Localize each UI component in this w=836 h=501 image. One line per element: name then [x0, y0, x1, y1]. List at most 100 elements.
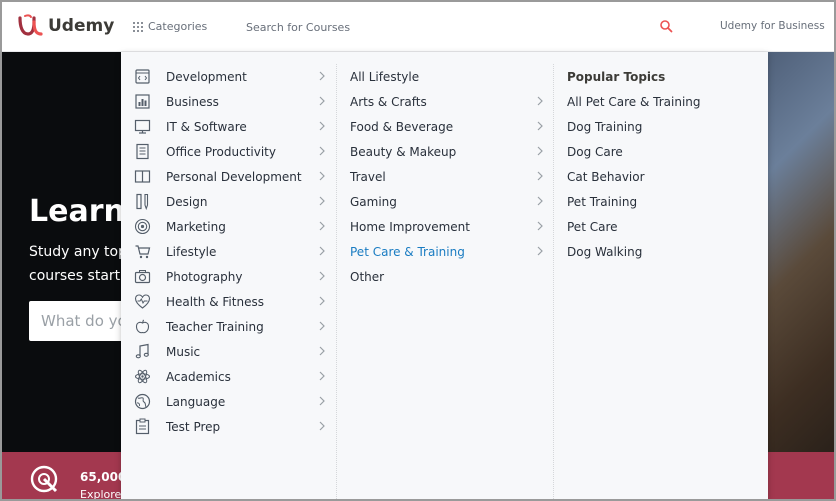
category-item-it-and-software[interactable]: IT & Software — [121, 114, 335, 139]
chevron-right-icon — [537, 221, 543, 231]
category-item-academics[interactable]: Academics — [121, 364, 335, 389]
chevron-right-icon — [537, 121, 543, 131]
category-list: Development Business IT & Software Office P… — [121, 64, 335, 439]
apple-icon — [135, 319, 150, 334]
subcategory-item-other[interactable]: Other — [337, 264, 553, 289]
category-label: Office Productivity — [166, 144, 276, 159]
category-item-design[interactable]: Design — [121, 189, 335, 214]
topic-link-pet-care[interactable]: Pet Care — [554, 214, 768, 239]
category-item-business[interactable]: Business — [121, 89, 335, 114]
subcategory-label: Travel — [350, 169, 386, 184]
chevron-right-icon — [319, 171, 325, 181]
chevron-right-icon — [319, 271, 325, 281]
cursor-target-icon — [30, 465, 58, 493]
chevron-right-icon — [319, 246, 325, 256]
category-label: IT & Software — [166, 119, 247, 134]
chevron-right-icon — [537, 171, 543, 181]
subcategory-item-food-and-beverage[interactable]: Food & Beverage — [337, 114, 553, 139]
udemy-logo[interactable]: Udemy — [16, 12, 114, 40]
chevron-right-icon — [537, 96, 543, 106]
chevron-right-icon — [537, 146, 543, 156]
category-label: Academics — [166, 369, 231, 384]
udemy-for-business-link[interactable]: Udemy for Business — [720, 20, 825, 32]
subcategory-item-beauty-and-makeup[interactable]: Beauty & Makeup — [337, 139, 553, 164]
subcategory-item-arts-and-crafts[interactable]: Arts & Crafts — [337, 89, 553, 114]
topic-link-dog-care[interactable]: Dog Care — [554, 139, 768, 164]
category-label: Personal Development — [166, 169, 302, 184]
top-header: Udemy Categories Udemy for Business — [2, 2, 834, 52]
subcategory-item-pet-care-and-training[interactable]: Pet Care & Training — [337, 239, 553, 264]
category-item-health-and-fitness[interactable]: Health & Fitness — [121, 289, 335, 314]
search-input[interactable] — [246, 15, 676, 39]
document-icon — [136, 143, 149, 160]
category-item-photography[interactable]: Photography — [121, 264, 335, 289]
subcategory-label: Pet Care & Training — [350, 244, 465, 259]
lifestyle-cart-icon — [135, 245, 151, 259]
category-item-language[interactable]: Language — [121, 389, 335, 414]
topic-label: Pet Care — [567, 219, 618, 234]
chevron-right-icon — [319, 296, 325, 306]
topic-label: Dog Training — [567, 119, 643, 134]
hero-subtitle: Study any top courses startin — [29, 240, 124, 288]
search-icon[interactable] — [659, 19, 673, 33]
topic-link-pet-training[interactable]: Pet Training — [554, 189, 768, 214]
chevron-right-icon — [319, 321, 325, 331]
grid-icon — [133, 21, 143, 32]
subcategory-label: Gaming — [350, 194, 397, 209]
subcategory-list: All Lifestyle Arts & Crafts Food & Beverag… — [336, 64, 553, 499]
atom-icon — [135, 369, 150, 384]
topic-label: Dog Care — [567, 144, 623, 159]
topic-label: Pet Training — [567, 194, 638, 209]
category-item-music[interactable]: Music — [121, 339, 335, 364]
subcategory-item-gaming[interactable]: Gaming — [337, 189, 553, 214]
hero-subtitle-line: courses startin — [29, 268, 124, 284]
chevron-right-icon — [319, 346, 325, 356]
category-item-lifestyle[interactable]: Lifestyle — [121, 239, 335, 264]
chevron-right-icon — [319, 121, 325, 131]
design-tools-icon — [136, 193, 149, 210]
category-item-development[interactable]: Development — [121, 64, 335, 89]
chevron-right-icon — [319, 71, 325, 81]
monitor-icon — [134, 119, 151, 134]
topic-label: All Pet Care & Training — [567, 94, 701, 109]
globe-icon — [134, 393, 151, 410]
popular-topics-heading: Popular Topics — [567, 69, 666, 84]
chevron-right-icon — [319, 421, 325, 431]
camera-icon — [134, 270, 151, 284]
categories-button[interactable]: Categories — [133, 20, 207, 33]
chevron-right-icon — [319, 146, 325, 156]
topic-link-cat-behavior[interactable]: Cat Behavior — [554, 164, 768, 189]
subcategory-item-home-improvement[interactable]: Home Improvement — [337, 214, 553, 239]
bar-chart-icon — [135, 94, 150, 109]
music-note-icon — [135, 343, 149, 359]
subcategory-label: Arts & Crafts — [350, 94, 427, 109]
hero-search-input[interactable] — [29, 301, 129, 341]
category-item-teacher-training[interactable]: Teacher Training — [121, 314, 335, 339]
category-item-test-prep[interactable]: Test Prep — [121, 414, 335, 439]
topic-link-all-pet-care-and-training[interactable]: All Pet Care & Training — [554, 89, 768, 114]
subcategory-item-travel[interactable]: Travel — [337, 164, 553, 189]
chevron-right-icon — [319, 371, 325, 381]
category-label: Health & Fitness — [166, 294, 264, 309]
chevron-right-icon — [537, 246, 543, 256]
subcategory-item-all-lifestyle[interactable]: All Lifestyle — [337, 64, 553, 89]
logo-text: Udemy — [48, 16, 115, 36]
chevron-right-icon — [319, 221, 325, 231]
hero-title: Learn — [29, 194, 125, 229]
category-item-marketing[interactable]: Marketing — [121, 214, 335, 239]
category-label: Photography — [166, 269, 243, 284]
hero-subtitle-line: Study any top — [29, 244, 124, 260]
stats-label: Explore — [80, 488, 122, 499]
subcategory-label: Beauty & Makeup — [350, 144, 457, 159]
chevron-right-icon — [319, 96, 325, 106]
target-icon — [134, 218, 151, 235]
chevron-right-icon — [319, 196, 325, 206]
topic-label: Dog Walking — [567, 244, 643, 259]
category-label: Teacher Training — [166, 319, 264, 334]
category-label: Music — [166, 344, 201, 359]
category-item-personal-development[interactable]: Personal Development — [121, 164, 335, 189]
category-item-office-productivity[interactable]: Office Productivity — [121, 139, 335, 164]
topic-link-dog-walking[interactable]: Dog Walking — [554, 239, 768, 264]
topic-link-dog-training[interactable]: Dog Training — [554, 114, 768, 139]
category-label: Test Prep — [166, 419, 221, 434]
